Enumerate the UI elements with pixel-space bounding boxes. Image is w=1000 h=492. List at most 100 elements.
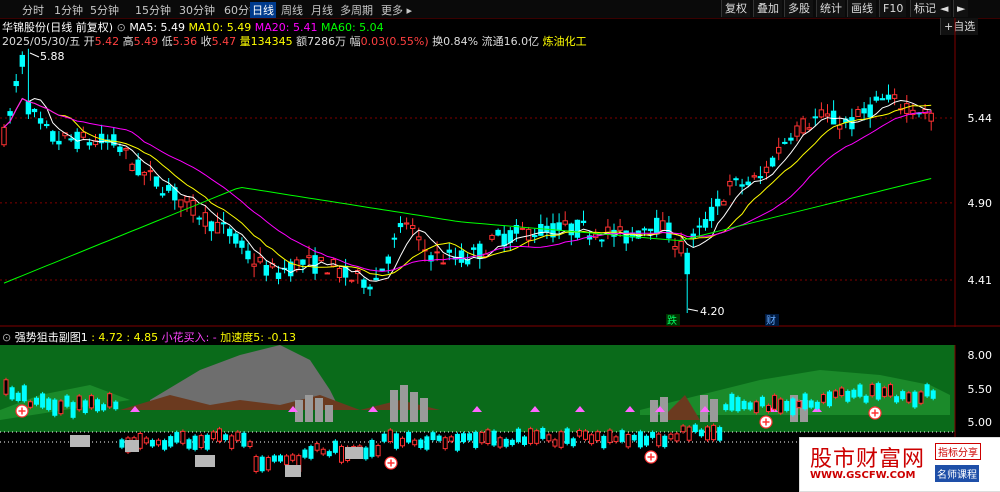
indicator-candle-body [442, 437, 448, 450]
indicator-candle-body [52, 399, 58, 416]
indicator-candle-body [381, 433, 387, 442]
indicator-candle-body [406, 431, 412, 443]
indicator-candle-body [851, 389, 857, 398]
indicator-candle-body [3, 379, 9, 395]
floor-block [285, 465, 301, 477]
indicator-candle-body [156, 439, 161, 446]
indicator-candle-body [589, 434, 595, 445]
indicator-candle-body [40, 393, 46, 408]
indicator-bar [305, 395, 313, 422]
indicator-candle-body [564, 428, 570, 444]
indicator-candle-body [869, 383, 875, 397]
indicator-candle-body [509, 439, 515, 446]
indicator-candle-body [772, 394, 778, 410]
indicator-candle-body [503, 438, 509, 447]
indicator-candle-body [229, 435, 235, 449]
indicator-candle-body [34, 397, 39, 405]
indicator-tick-label: 5.00 [968, 416, 993, 429]
indicator-candle-body [668, 433, 674, 440]
indicator-candle-body [278, 455, 283, 462]
indicator-candle-body [82, 400, 88, 414]
indicator-tick-label: 8.00 [968, 349, 993, 362]
indicator-candle-body [650, 431, 656, 438]
indicator-candle-body [369, 439, 375, 457]
indicator-candle-body [778, 398, 784, 414]
indicator-chart[interactable]: 8.00 5.50 5.00 [0, 0, 1000, 491]
indicator-candle-body [698, 429, 704, 437]
indicator-candle-body [790, 398, 796, 416]
indicator-bar [400, 385, 408, 422]
indicator-candle-body [674, 433, 680, 442]
indicator-candle-body [223, 434, 229, 441]
indicator-candle-body [747, 402, 753, 410]
floor-block [125, 440, 139, 452]
indicator-candle-body [174, 432, 180, 443]
indicator-candle-body [101, 404, 107, 411]
indicator-candle-body [558, 431, 564, 448]
indicator-candle-body [583, 430, 588, 440]
indicator-candle-body [400, 437, 405, 447]
indicator-candle-body [186, 439, 192, 449]
indicator-candle-body [497, 437, 503, 448]
indicator-candle-body [119, 439, 125, 448]
indicator-candle-body [570, 438, 576, 447]
indicator-candle-body [900, 391, 906, 400]
indicator-candle-body [265, 457, 271, 471]
floor-block [345, 447, 363, 459]
indicator-candle-body [418, 439, 424, 448]
indicator-tick-label: 5.50 [968, 383, 993, 396]
indicator-candle-body [705, 426, 710, 441]
indicator-candle-body [515, 428, 521, 443]
indicator-candle-body [198, 435, 204, 448]
indicator-candle-body [320, 448, 326, 455]
indicator-candle-body [162, 440, 168, 450]
indicator-candle-body [253, 456, 259, 472]
indicator-candle-body [302, 449, 308, 458]
indicator-candle-body [271, 455, 277, 462]
indicator-candle-body [723, 404, 729, 411]
indicator-candle-body [259, 456, 265, 472]
indicator-bar [410, 392, 418, 422]
indicator-candle-body [363, 447, 369, 460]
indicator-candle-body [766, 404, 771, 412]
indicator-candle-body [814, 401, 820, 409]
indicator-candle-body [528, 428, 534, 444]
indicator-candle-body [467, 433, 473, 441]
indicator-candle-body [796, 400, 802, 408]
indicator-candle-body [113, 401, 119, 410]
indicator-candle-body [827, 391, 832, 407]
indicator-bar [325, 405, 333, 422]
indicator-candle-body [339, 445, 344, 463]
indicator-candle-body [308, 446, 314, 459]
indicator-candle-body [888, 384, 893, 397]
indicator-candle-body [21, 385, 27, 402]
indicator-candle-body [692, 424, 698, 433]
indicator-candle-body [436, 435, 442, 441]
indicator-candle-body [863, 395, 869, 403]
floor-block [195, 455, 215, 467]
indicator-candle-body [881, 387, 887, 397]
indicator-candle-body [64, 395, 70, 407]
indicator-candle-body [735, 397, 741, 412]
indicator-candle-body [759, 396, 765, 407]
indicator-candle-body [784, 400, 790, 411]
indicator-bar [420, 398, 428, 422]
indicator-candle-body [217, 428, 222, 442]
logo-tag-course: 名师课程 [935, 465, 979, 482]
indicator-candle-body [180, 430, 186, 444]
indicator-candle-body [76, 395, 82, 411]
indicator-candle-body [168, 436, 174, 447]
indicator-candle-body [534, 430, 540, 444]
indicator-candle-body [88, 395, 94, 409]
indicator-candle-body [894, 396, 900, 403]
logo-text: 股市财富网 [810, 447, 926, 472]
indicator-candle-body [686, 426, 692, 441]
indicator-candle-body [857, 384, 863, 397]
floor-block [70, 435, 90, 447]
indicator-candle-body [27, 401, 33, 408]
indicator-candle-body [454, 433, 460, 451]
indicator-candle-body [662, 435, 668, 448]
logo-url: WWW.GSCFW.COM [810, 470, 916, 481]
indicator-candle-body [9, 387, 15, 400]
indicator-candle-body [906, 392, 912, 403]
